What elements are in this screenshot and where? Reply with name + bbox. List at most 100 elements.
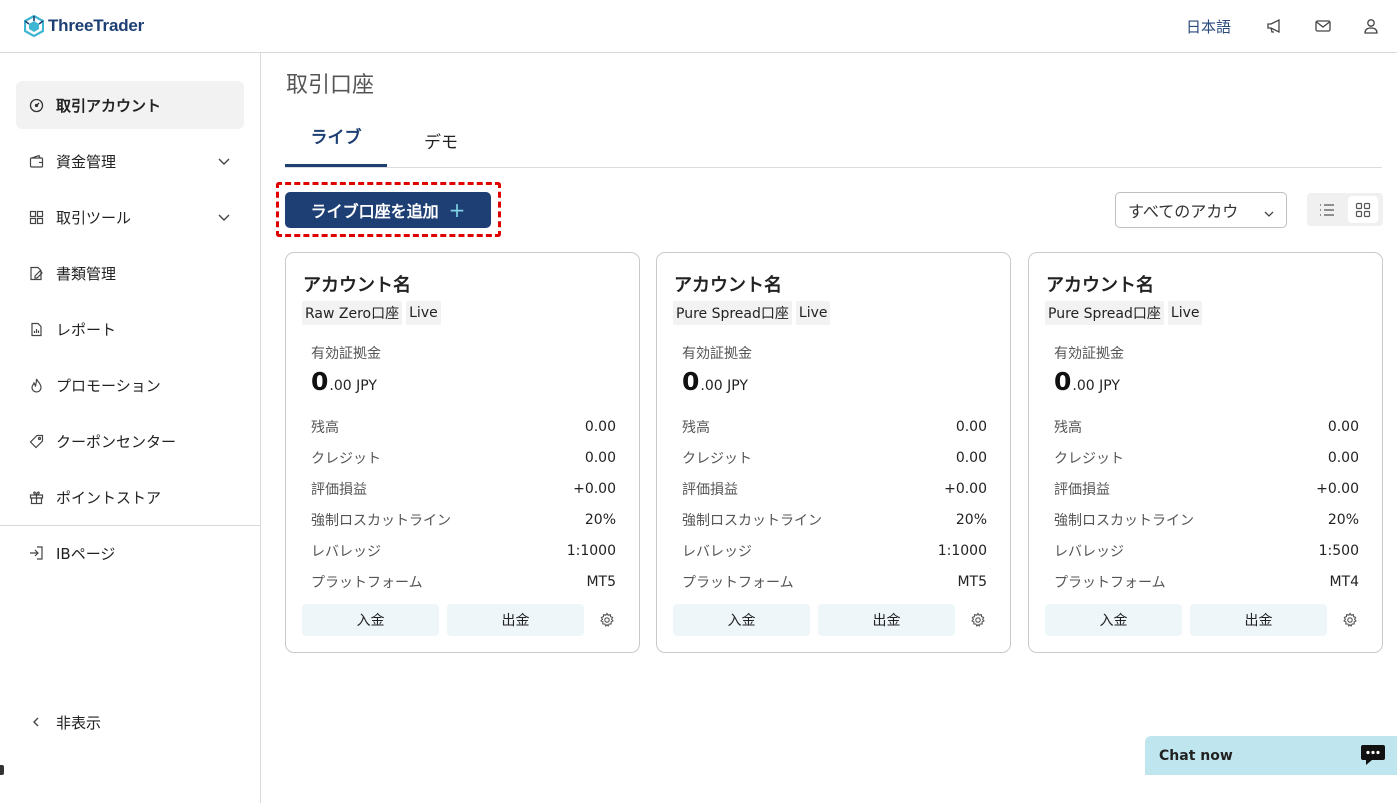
sidebar-item-promotions[interactable]: プロモーション	[16, 361, 244, 409]
add-live-account-button[interactable]: ライブ口座を追加 +	[285, 192, 491, 228]
detail-key: レバレッジ	[311, 543, 381, 560]
withdraw-button[interactable]: 出金	[818, 604, 955, 636]
detail-row: 強制ロスカットライン 20%	[1054, 504, 1359, 535]
page-title: 取引口座	[286, 73, 375, 98]
megaphone-icon[interactable]	[1264, 15, 1286, 37]
sidebar-item-trading-tools[interactable]: 取引ツール	[16, 193, 244, 241]
detail-row: クレジット 0.00	[1054, 442, 1359, 473]
add-live-account-label: ライブ口座を追加	[310, 202, 439, 221]
detail-value: 0.00	[955, 418, 987, 435]
chevron-left-icon	[28, 714, 44, 730]
deposit-button[interactable]: 入金	[673, 604, 810, 636]
sidebar: 取引アカウント 資金管理 取引ツール 書類管理 レポート プロモーション クーポ…	[0, 53, 261, 803]
tools-icon	[28, 209, 44, 225]
deposit-button[interactable]: 入金	[1045, 604, 1182, 636]
detail-row: 強制ロスカットライン 20%	[311, 504, 616, 535]
sidebar-item-label: プロモーション	[56, 377, 161, 395]
account-details: 残高 0.00 クレジット 0.00 評価損益 +0.00 強制ロスカットライン 20%…	[1054, 411, 1359, 597]
equity-decimal-currency: .00 JPY	[1072, 378, 1120, 394]
detail-value: 20%	[584, 511, 616, 528]
account-filter-select[interactable]: すべてのアカウ	[1115, 192, 1287, 228]
detail-key: レバレッジ	[1054, 543, 1124, 560]
withdraw-button[interactable]: 出金	[447, 604, 584, 636]
sidebar-hide-button[interactable]: 非表示	[16, 698, 244, 746]
detail-row: プラットフォーム MT4	[1054, 566, 1359, 597]
detail-value: 20%	[955, 511, 987, 528]
equity-label: 有効証拠金	[682, 346, 752, 362]
equity-integer: 0	[682, 367, 700, 396]
detail-value: 0.00	[584, 449, 616, 466]
gear-icon[interactable]	[1342, 612, 1358, 628]
equity-value: 0 .00 JPY	[682, 367, 748, 396]
detail-key: 強制ロスカットライン	[1054, 512, 1194, 529]
sidebar-item-ib-page[interactable]: IBページ	[16, 529, 244, 577]
sidebar-item-label: 書類管理	[56, 265, 117, 283]
edge-tab	[0, 765, 4, 775]
account-type-tag: Pure Spread口座	[1045, 301, 1164, 325]
detail-row: 評価損益 +0.00	[682, 473, 987, 504]
detail-key: クレジット	[311, 450, 381, 467]
detail-row: クレジット 0.00	[311, 442, 616, 473]
equity-integer: 0	[311, 367, 329, 396]
logo[interactable]: ThreeTrader	[24, 13, 144, 39]
gear-icon[interactable]	[970, 612, 986, 628]
account-tags: Pure Spread口座 Live	[1045, 301, 1203, 325]
equity-decimal-currency: .00 JPY	[700, 378, 748, 394]
grid-view-icon[interactable]	[1348, 196, 1378, 223]
gauge-icon	[28, 97, 44, 113]
sidebar-item-label: 取引ツール	[56, 209, 132, 227]
gift-icon	[28, 489, 44, 505]
detail-value: +0.00	[1316, 480, 1359, 497]
detail-row: 評価損益 +0.00	[311, 473, 616, 504]
chat-label: Chat now	[1159, 748, 1233, 764]
account-name: アカウント名	[1046, 275, 1154, 296]
document-edit-icon	[28, 265, 44, 281]
detail-value: 20%	[1327, 511, 1359, 528]
chat-widget[interactable]: Chat now	[1145, 736, 1397, 775]
user-icon[interactable]	[1360, 15, 1382, 37]
withdraw-button[interactable]: 出金	[1190, 604, 1327, 636]
detail-row: 残高 0.00	[311, 411, 616, 442]
detail-value: MT5	[957, 573, 987, 590]
detail-key: 評価損益	[311, 481, 367, 498]
sidebar-item-trading-accounts[interactable]: 取引アカウント	[16, 81, 244, 129]
detail-row: 残高 0.00	[682, 411, 987, 442]
detail-value: +0.00	[944, 480, 987, 497]
detail-key: 残高	[1054, 419, 1082, 436]
tab-demo[interactable]: デモ	[399, 113, 483, 167]
sidebar-item-documents[interactable]: 書類管理	[16, 249, 244, 297]
detail-key: プラットフォーム	[311, 574, 423, 591]
mail-icon[interactable]	[1312, 15, 1334, 37]
detail-value: MT4	[1329, 573, 1359, 590]
detail-value: +0.00	[573, 480, 616, 497]
sidebar-item-reports[interactable]: レポート	[16, 305, 244, 353]
account-type-tag: Pure Spread口座	[673, 301, 792, 325]
detail-row: 残高 0.00	[1054, 411, 1359, 442]
chevron-down-icon[interactable]	[216, 153, 232, 169]
account-name: アカウント名	[303, 275, 411, 296]
tab-live[interactable]: ライブ	[285, 113, 387, 167]
detail-key: クレジット	[682, 450, 752, 467]
detail-key: 強制ロスカットライン	[682, 512, 822, 529]
gear-icon[interactable]	[599, 612, 615, 628]
detail-key: プラットフォーム	[682, 574, 794, 591]
sidebar-item-point-store[interactable]: ポイントストア	[16, 473, 244, 521]
detail-value: 1:1000	[566, 542, 616, 559]
chevron-down-icon[interactable]	[216, 209, 232, 225]
list-view-icon[interactable]	[1312, 196, 1342, 223]
detail-row: プラットフォーム MT5	[311, 566, 616, 597]
language-selector[interactable]: 日本語	[1186, 16, 1231, 37]
chevron-down-icon	[1263, 205, 1275, 224]
sidebar-item-coupon-center[interactable]: クーポンセンター	[16, 417, 244, 465]
sidebar-item-funds[interactable]: 資金管理	[16, 137, 244, 185]
equity-value: 0 .00 JPY	[311, 367, 377, 396]
wallet-icon	[28, 153, 44, 169]
sidebar-item-label: IBページ	[56, 545, 116, 563]
detail-row: プラットフォーム MT5	[682, 566, 987, 597]
account-details: 残高 0.00 クレジット 0.00 評価損益 +0.00 強制ロスカットライン 20%…	[682, 411, 987, 597]
sidebar-item-label: 資金管理	[56, 153, 117, 171]
account-card: アカウント名 Pure Spread口座 Live 有効証拠金 0 .00 JP…	[656, 252, 1011, 653]
deposit-button[interactable]: 入金	[302, 604, 439, 636]
sidebar-item-label: レポート	[56, 321, 117, 339]
detail-row: 強制ロスカットライン 20%	[682, 504, 987, 535]
